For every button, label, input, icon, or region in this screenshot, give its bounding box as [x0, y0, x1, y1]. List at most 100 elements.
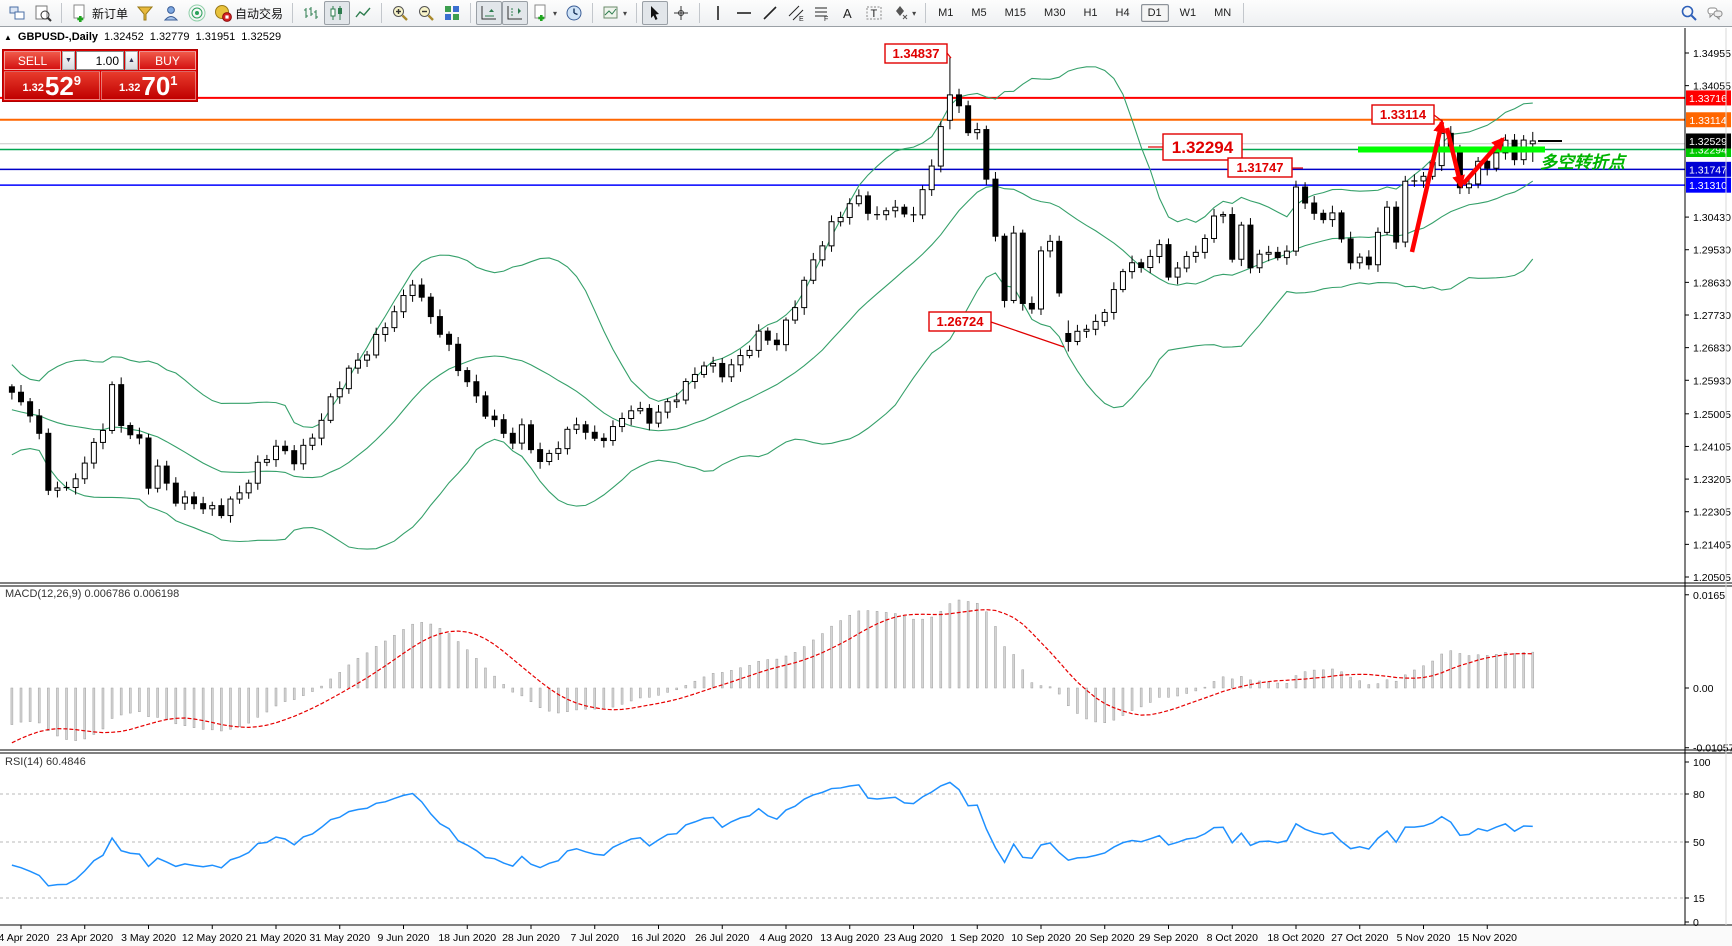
macd-label: MACD(12,26,9) 0.006786 0.006198	[5, 588, 179, 600]
crosshair-button[interactable]	[668, 1, 694, 25]
zoom-in-icon	[391, 4, 409, 22]
quote-open: 1.32452	[104, 31, 144, 43]
vertical-line-tool[interactable]	[705, 1, 731, 25]
timeframe-button-w1[interactable]: W1	[1173, 4, 1204, 22]
timeframe-button-m15[interactable]: M15	[998, 4, 1033, 22]
shapes-icon	[891, 4, 909, 22]
candle	[474, 375, 479, 403]
periods-button[interactable]	[561, 1, 587, 25]
candle	[1075, 325, 1080, 345]
zoom-in-button[interactable]	[387, 1, 413, 25]
candle	[620, 413, 625, 433]
candle	[957, 89, 962, 113]
toolbar-separator	[592, 3, 593, 23]
candle	[1239, 222, 1244, 266]
candle	[146, 434, 151, 495]
candlestick-chart-button[interactable]	[324, 1, 350, 25]
dropdown-caret-icon: ▾	[623, 9, 627, 18]
templates-button[interactable]: ▾	[598, 1, 631, 25]
svg-text:E: E	[799, 16, 804, 22]
time-axis-label: 16 Jul 2020	[631, 932, 685, 944]
timeframe-button-m5[interactable]: M5	[964, 4, 993, 22]
timeframe-button-m30[interactable]: M30	[1037, 4, 1072, 22]
candle	[510, 428, 515, 449]
arrange-windows-button[interactable]	[439, 1, 465, 25]
bar-chart-icon	[302, 4, 320, 22]
candle	[1166, 238, 1171, 280]
buy-button[interactable]: BUY	[139, 51, 196, 70]
arrows-tool[interactable]: ▾	[887, 1, 920, 25]
expert-advisors-button[interactable]	[158, 1, 184, 25]
sell-price-panel[interactable]: 1.32 52 9	[4, 71, 100, 100]
candle	[528, 420, 533, 453]
data-window-button[interactable]	[30, 1, 56, 25]
candle	[82, 457, 87, 484]
candle	[811, 253, 816, 284]
text-tool[interactable]: A	[835, 1, 861, 25]
indicators-button[interactable]: ▾	[528, 1, 561, 25]
chat-icon	[1706, 4, 1724, 22]
candle	[920, 185, 925, 219]
volume-increase-button[interactable]: ▲	[125, 51, 138, 70]
timeframe-button-mn[interactable]: MN	[1207, 4, 1238, 22]
cursor-button[interactable]	[642, 1, 668, 25]
price-annotation-text: 1.32294	[1172, 138, 1234, 157]
fibonacci-tool[interactable]: F	[809, 1, 835, 25]
price-axis-tick: 1.29530	[1693, 245, 1731, 257]
chart-shift-button[interactable]	[502, 1, 528, 25]
text-label-tool[interactable]: T	[861, 1, 887, 25]
candle	[1248, 218, 1253, 273]
new-order-button[interactable]: 新订单	[67, 1, 132, 25]
chart-area[interactable]: 1.348371.331141.322941.317471.26724多空转折点…	[0, 0, 1732, 946]
candle	[246, 480, 251, 499]
rsi-panel[interactable]	[0, 782, 1685, 898]
candle	[902, 204, 907, 217]
timeframe-button-d1[interactable]: D1	[1141, 4, 1169, 22]
timeframe-button-h1[interactable]: H1	[1076, 4, 1104, 22]
search-button[interactable]	[1676, 1, 1702, 25]
price-axis-tick: 1.23205	[1693, 474, 1731, 486]
candle	[1357, 253, 1362, 268]
volume-decrease-button[interactable]: ▼	[62, 51, 75, 70]
price-annotation-text: 1.33114	[1380, 107, 1427, 122]
price-axis[interactable]: 1.349551.340551.304301.295301.286301.277…	[1685, 28, 1732, 929]
line-chart-button[interactable]	[350, 1, 376, 25]
bar-chart-button[interactable]	[298, 1, 324, 25]
trendline-tool[interactable]	[757, 1, 783, 25]
quote-high: 1.32779	[150, 31, 190, 43]
volume-input[interactable]: 1.00	[76, 51, 124, 70]
buy-price-panel[interactable]: 1.32 70 1	[101, 71, 197, 100]
timeframe-button-h4[interactable]: H4	[1109, 4, 1137, 22]
candle	[392, 306, 397, 332]
data-window-icon	[34, 4, 52, 22]
candle	[1102, 309, 1107, 326]
candle	[647, 404, 652, 430]
expand-icon[interactable]: ▲	[4, 33, 12, 42]
price-badge-text: 1.33716	[1689, 93, 1727, 105]
chat-button[interactable]	[1702, 1, 1728, 25]
horizontal-line-tool[interactable]	[731, 1, 757, 25]
svg-text:F: F	[824, 16, 828, 22]
candle	[947, 57, 952, 129]
candle	[9, 384, 14, 399]
zoom-out-button[interactable]	[413, 1, 439, 25]
one-click-trading-panel: SELL ▼ 1.00 ▲ BUY 1.32 52 9 1.32 70 1	[2, 49, 198, 102]
line-chart-icon	[354, 4, 372, 22]
time-axis-label: 3 May 2020	[121, 932, 176, 944]
tile-windows-button[interactable]	[4, 1, 30, 25]
sell-button[interactable]: SELL	[4, 51, 61, 70]
history-center-button[interactable]	[132, 1, 158, 25]
macd-panel[interactable]	[11, 600, 1534, 743]
candle	[100, 423, 105, 449]
candle	[610, 420, 615, 445]
auto-scroll-button[interactable]	[476, 1, 502, 25]
signals-button[interactable]	[184, 1, 210, 25]
time-axis[interactable]: 14 Apr 202023 Apr 20203 May 202012 May 2…	[0, 925, 1732, 946]
autotrading-label: 自动交易	[235, 5, 283, 22]
candle	[993, 172, 998, 241]
timeframe-button-m1[interactable]: M1	[931, 4, 960, 22]
candle	[419, 278, 424, 301]
autotrading-button[interactable]: 自动交易	[210, 1, 287, 25]
candle	[201, 497, 206, 514]
equidistant-channel-tool[interactable]: E	[783, 1, 809, 25]
